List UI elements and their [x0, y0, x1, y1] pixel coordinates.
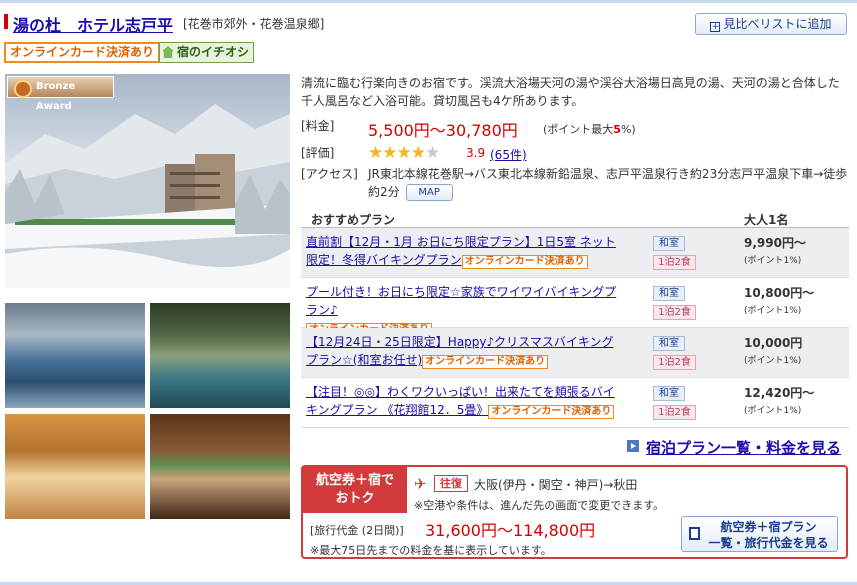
point-max-value: 5	[613, 123, 621, 136]
star-icon: ★	[425, 143, 440, 163]
air-label-line1: 航空券＋宿で	[315, 473, 394, 488]
plan-name: 【注目！◎◎】わくワクいっぱい！出来たてを頬張るバイキングプラン 《花翔館12．…	[306, 383, 624, 419]
hotel-name-link[interactable]: 湯の杜 ホテル志戸平	[13, 12, 173, 36]
photo-thumb-room[interactable]	[150, 414, 290, 519]
document-icon	[689, 527, 700, 540]
plus-icon: +	[710, 22, 721, 32]
travel-price-label: [旅行代金 (2日間)]	[310, 524, 404, 537]
room-type-tag: 和室	[653, 336, 685, 351]
rating-value: 3.9	[466, 146, 486, 160]
inn-pick-badge: 宿のイチオシ	[159, 42, 255, 63]
air-package-label: 航空券＋宿で おトク	[303, 467, 407, 513]
plan-price: 10,000円	[744, 336, 803, 350]
meal-tag: 1泊2食	[653, 305, 696, 320]
access-text: JR東北本線花巻駅→バス東北本線新鉛温泉、志戸平温泉行き約23分志戸平温泉下車→…	[368, 165, 849, 201]
house-icon	[162, 46, 174, 58]
hotel-area: [花巻市郊外・花巻温泉郷]	[183, 17, 325, 31]
point-max: (ポイント最大5%)	[543, 121, 636, 137]
hotel-description: 清流に臨む行楽向きのお宿です。渓流大浴場天河の湯や渓谷大浴場日高見の湯、天河の湯…	[301, 76, 840, 108]
price-column-header: 大人1名	[744, 213, 789, 227]
travel-price: 31,600円～114,800円	[425, 521, 596, 540]
star-icon: ★	[410, 143, 426, 163]
star-icon: ★	[368, 143, 383, 163]
plan-tags: 和室 1泊2食	[633, 278, 696, 328]
plan-point: (ポイント1%)	[744, 356, 802, 366]
plan-name: 直前割【12月・1月 お日にち限定プラン】1日5室 ネット限定！冬得バイキングプ…	[306, 233, 624, 269]
meal-tag: 1泊2食	[653, 255, 696, 270]
arrow-right-icon	[627, 440, 639, 452]
air-hotel-plans-button[interactable]: 航空券＋宿プラン 一覧・旅行代金を見る	[681, 516, 838, 552]
plan-link[interactable]: プール付き！お日にち限定☆家族でワイワイバイキングプラン♪	[306, 285, 616, 317]
airplane-icon: ✈	[414, 475, 427, 493]
plan-price: 9,990円～	[744, 236, 806, 250]
add-to-compare-button[interactable]: + 見比べリストに追加	[695, 13, 847, 35]
plan-row: 【12月24日・25日限定】Happy♪クリスマスバイキングプラン☆(和室お任せ…	[301, 328, 849, 378]
plan-point: (ポイント1%)	[744, 406, 802, 416]
plan-price: 10,800円～	[744, 286, 815, 300]
air-label-line2: おトク	[335, 491, 375, 506]
price-basis-note: ※最大75日先までの料金を基に表示しています。	[310, 544, 552, 557]
airport-note: ※空港や条件は、進んだ先の画面で変更できます。	[414, 499, 665, 512]
hotel-main-photo[interactable]: Bronze Award	[5, 74, 290, 288]
plan-tags: 和室 1泊2食	[633, 228, 696, 278]
online-card-badge: オンラインカード決済あり	[422, 355, 549, 369]
plan-tags: 和室 1泊2食	[633, 378, 696, 428]
air-button-line2: 一覧・旅行代金を見る	[708, 536, 829, 550]
plan-table: おすすめプラン 大人1名 直前割【12月・1月 お日にち限定プラン】1日5室 ネ…	[301, 210, 849, 428]
plan-row: プール付き！お日にち限定☆家族でワイワイバイキングプラン♪オンラインカード決済あ…	[301, 278, 849, 337]
star-icon: ★	[382, 143, 397, 163]
round-trip-badge: 往復	[434, 475, 468, 492]
room-type-tag: 和室	[653, 386, 685, 401]
plan-price: 12,420円～	[744, 386, 815, 400]
rating-stars: ★★★★★	[368, 143, 440, 163]
star-icon: ★	[396, 143, 412, 163]
room-type-tag: 和室	[653, 236, 685, 251]
air-button-line1: 航空券＋宿プラン	[720, 520, 817, 534]
map-button[interactable]: MAP	[405, 184, 453, 201]
bronze-award-badge: Bronze Award	[7, 76, 114, 112]
air-hotel-package-box: 航空券＋宿で おトク ✈ 往復 大阪(伊丹・関空・神戸)→秋田 ※空港や条件は、進…	[301, 465, 848, 559]
online-card-badge: オンラインカード決済あり	[461, 255, 588, 269]
photo-thumb-pool[interactable]	[150, 303, 290, 408]
photo-thumb-lobby[interactable]	[5, 414, 145, 519]
plan-table-header: おすすめプラン 大人1名	[301, 210, 849, 228]
plan-point: (ポイント1%)	[744, 306, 802, 316]
flight-route: 大阪(伊丹・関空・神戸)→秋田	[474, 478, 638, 492]
all-plans-link[interactable]: 宿泊プラン一覧・料金を見る	[646, 437, 841, 458]
online-card-badge: オンラインカード決済あり	[488, 405, 615, 419]
online-card-badge: オンラインカード決済あり	[4, 42, 161, 63]
plan-row: 直前割【12月・1月 お日にち限定プラン】1日5室 ネット限定！冬得バイキングプ…	[301, 228, 849, 278]
meal-tag: 1泊2食	[653, 405, 696, 420]
price-label: [料金]	[301, 119, 335, 133]
price-range: 5,500円～30,780円	[368, 121, 518, 140]
plan-tags: 和室 1泊2食	[633, 328, 696, 378]
room-type-tag: 和室	[653, 286, 685, 301]
point-max-suffix: %)	[620, 123, 636, 136]
meal-tag: 1泊2食	[653, 355, 696, 370]
plan-row: 【注目！◎◎】わくワクいっぱい！出来たてを頬張るバイキングプラン 《花翔館12．…	[301, 378, 849, 428]
inn-pick-label: 宿のイチオシ	[177, 45, 250, 59]
rating-label: [評価]	[301, 146, 335, 160]
photo-thumb-outdoor-bath[interactable]	[5, 303, 145, 408]
plan-name: 【12月24日・25日限定】Happy♪クリスマスバイキングプラン☆(和室お任せ…	[306, 333, 624, 369]
title-marker	[4, 14, 8, 29]
review-count-link[interactable]: (65件)	[490, 146, 527, 163]
compare-button-label: 見比べリストに追加	[723, 17, 832, 31]
access-label: [アクセス]	[301, 167, 358, 181]
plan-point: (ポイント1%)	[744, 256, 802, 266]
plan-column-header: おすすめプラン	[311, 213, 396, 227]
point-max-prefix: (ポイント最大	[543, 123, 614, 136]
